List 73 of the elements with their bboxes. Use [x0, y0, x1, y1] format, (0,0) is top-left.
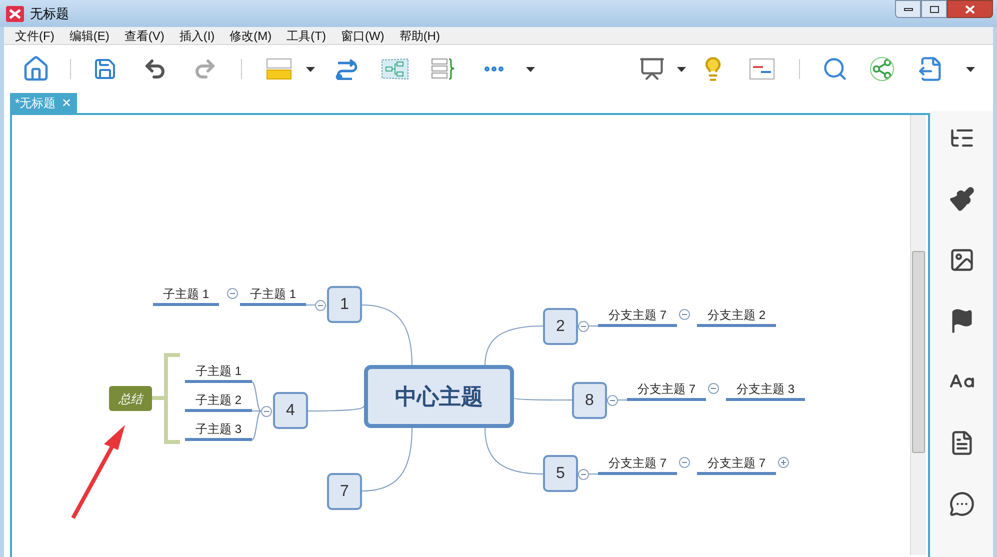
- main-topic[interactable]: 2: [543, 308, 578, 345]
- close-button[interactable]: [947, 0, 993, 18]
- branch-line: [362, 428, 412, 492]
- menu-item[interactable]: 工具(T): [286, 26, 326, 44]
- subtopic[interactable]: 子主题 1: [153, 285, 219, 306]
- menu-item[interactable]: 修改(M): [230, 26, 272, 44]
- caret-icon[interactable]: [526, 66, 535, 72]
- collapse-toggle[interactable]: [679, 309, 690, 320]
- menu-item[interactable]: 窗口(W): [340, 26, 384, 44]
- menu-item[interactable]: 帮助(H): [399, 26, 440, 44]
- paintbrush-icon[interactable]: [948, 186, 974, 212]
- subtopic[interactable]: 分支主题 7: [598, 306, 677, 327]
- branch-line: [362, 304, 412, 366]
- collapse-toggle[interactable]: [261, 406, 272, 417]
- subtopic[interactable]: 分支主题 7: [697, 454, 776, 475]
- image-icon[interactable]: [948, 247, 974, 273]
- collapse-toggle[interactable]: [578, 469, 589, 480]
- export-icon[interactable]: [918, 56, 944, 82]
- branch-line: [484, 428, 544, 474]
- subtopic[interactable]: 子主题 1: [185, 362, 252, 383]
- summary-topic[interactable]: 总结: [109, 386, 152, 411]
- main-topic[interactable]: 7: [327, 473, 362, 510]
- collapse-toggle[interactable]: [607, 395, 618, 406]
- branch-line: [308, 406, 364, 412]
- collapse-toggle[interactable]: [708, 383, 719, 394]
- app-logo-icon: [6, 6, 24, 22]
- summary-icon[interactable]: [431, 57, 455, 81]
- main-topic[interactable]: 1: [327, 286, 362, 323]
- menu-item[interactable]: 编辑(E): [69, 26, 110, 44]
- style-icon[interactable]: [266, 58, 292, 80]
- subtopic[interactable]: 子主题 3: [185, 420, 252, 441]
- save-icon[interactable]: [93, 57, 117, 81]
- share-icon[interactable]: [870, 57, 894, 81]
- collapse-toggle[interactable]: [227, 288, 238, 299]
- subtopic[interactable]: 子主题 2: [185, 391, 252, 412]
- comment-icon[interactable]: [948, 491, 974, 517]
- subtopic[interactable]: 分支主题 7: [598, 454, 677, 475]
- branch-line: [484, 326, 544, 366]
- collapse-toggle[interactable]: [679, 457, 690, 468]
- boundary-icon[interactable]: [381, 58, 409, 80]
- main-topic[interactable]: 4: [273, 392, 308, 429]
- menu-item[interactable]: 文件(F): [15, 26, 54, 44]
- connector-line: [306, 304, 316, 306]
- menu-item[interactable]: 插入(I): [179, 26, 215, 44]
- menu-item[interactable]: 查看(V): [124, 26, 164, 44]
- search-icon[interactable]: [822, 56, 848, 82]
- redo-icon[interactable]: [193, 57, 217, 81]
- main-topic[interactable]: 5: [543, 455, 578, 492]
- scrollbar[interactable]: [910, 115, 926, 555]
- relationship-icon[interactable]: [335, 58, 359, 80]
- subtopic[interactable]: 分支主题 7: [627, 380, 706, 401]
- gantt-icon[interactable]: [749, 58, 775, 80]
- caret-icon[interactable]: [966, 66, 975, 72]
- central-topic[interactable]: 中心主题: [364, 365, 514, 428]
- scrollbar-thumb[interactable]: [912, 251, 925, 453]
- main-topic[interactable]: 8: [572, 382, 607, 419]
- home-icon[interactable]: [22, 55, 50, 83]
- branch-line: [514, 398, 572, 400]
- presentation-icon[interactable]: [639, 56, 665, 82]
- subtopic[interactable]: 分支主题 2: [697, 306, 776, 327]
- subtopic[interactable]: 分支主题 3: [726, 380, 805, 401]
- caret-icon[interactable]: [677, 66, 686, 72]
- subtopic[interactable]: 子主题 1: [240, 285, 306, 306]
- undo-icon[interactable]: [143, 57, 167, 81]
- collapse-toggle[interactable]: [578, 321, 589, 332]
- close-icon: [965, 4, 975, 14]
- separator: [70, 59, 71, 79]
- maximize-button[interactable]: [921, 0, 947, 18]
- caret-icon[interactable]: [306, 66, 315, 72]
- window-title: 无标题: [30, 4, 69, 23]
- collapse-toggle[interactable]: [315, 300, 326, 311]
- expand-toggle[interactable]: [778, 457, 789, 468]
- minimize-button[interactable]: [895, 0, 921, 18]
